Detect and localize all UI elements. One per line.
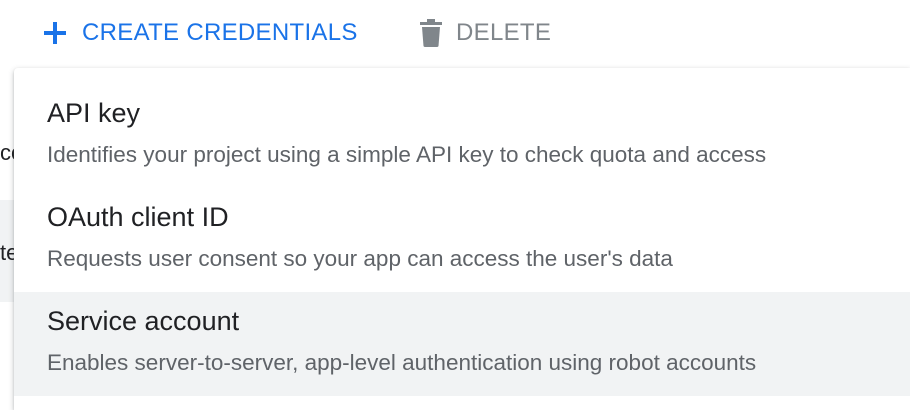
menu-item-description: Requests user consent so your app can ac…	[47, 246, 673, 271]
create-credentials-label: CREATE CREDENTIALS	[82, 19, 358, 46]
background-text-fragment: co	[0, 140, 14, 165]
credentials-page: co te CREATE CREDENTIALS DELETE	[0, 0, 910, 410]
menu-item-description: Enables server-to-server, app-level auth…	[47, 350, 757, 375]
trash-icon	[418, 18, 444, 48]
delete-button[interactable]: DELETE	[418, 14, 551, 52]
menu-item-api-key[interactable]: API key Identifies your project using a …	[14, 88, 910, 192]
menu-item-title: Service account	[47, 306, 240, 336]
plus-icon	[42, 20, 68, 46]
toolbar: CREATE CREDENTIALS DELETE	[0, 0, 910, 66]
create-credentials-button[interactable]: CREATE CREDENTIALS	[42, 14, 358, 52]
create-credentials-menu: API key Identifies your project using a …	[14, 68, 910, 410]
menu-item-title: API key	[47, 98, 141, 128]
menu-item-title: OAuth client ID	[47, 202, 229, 232]
menu-item-description: Identifies your project using a simple A…	[47, 142, 767, 167]
background-text-fragment: te	[0, 240, 14, 265]
menu-item-oauth-client-id[interactable]: OAuth client ID Requests user consent so…	[14, 192, 910, 296]
menu-item-service-account[interactable]: Service account Enables server-to-server…	[14, 292, 910, 396]
delete-label: DELETE	[456, 19, 552, 46]
